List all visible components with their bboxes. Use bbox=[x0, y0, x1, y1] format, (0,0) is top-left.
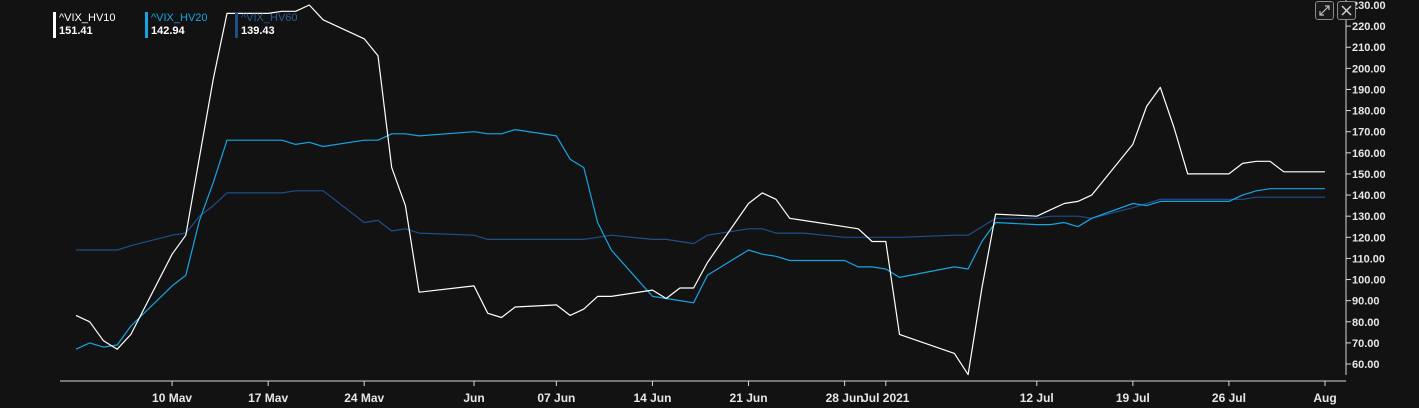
y-tick-label: 160.00 bbox=[1352, 148, 1386, 160]
series-line-vixhv60 bbox=[76, 190, 1325, 251]
line-chart: 10 Mav 17 Mav 24 Mav Jun 07 Jun 14 Jun 21 Jun 2… bbox=[60, 0, 1386, 405]
x-tick-label: 24 Mav bbox=[344, 391, 384, 405]
legend-swatch-hv60 bbox=[235, 12, 238, 38]
expand-icon bbox=[1319, 5, 1330, 16]
series-layer bbox=[75, 4, 1325, 376]
y-tick-label: 80.00 bbox=[1352, 317, 1380, 329]
x-tick-label: 10 Mav bbox=[152, 391, 192, 405]
x-tick-label: Jun bbox=[463, 391, 484, 405]
y-tick-label: 140.00 bbox=[1352, 190, 1386, 202]
x-tick-label: 19 Jul bbox=[1116, 391, 1150, 405]
x-tick-label: 21 Jun bbox=[730, 391, 768, 405]
y-tick-label: 230.00 bbox=[1352, 0, 1386, 12]
y-tick-label: 190.00 bbox=[1352, 84, 1386, 96]
legend-value-hv20: 142.94 bbox=[151, 25, 185, 37]
x-tick-label: 07 Jun bbox=[537, 391, 575, 405]
y-tick-label: 60.00 bbox=[1352, 359, 1380, 371]
legend-item-hv60[interactable]: ^VIX_HV60 139.43 bbox=[235, 12, 298, 40]
y-tick-label: 100.00 bbox=[1352, 275, 1386, 287]
x-tick-label: 12 Jul bbox=[1020, 391, 1054, 405]
x-tick-label: Jul 2021 bbox=[862, 391, 910, 405]
y-tick-label: 170.00 bbox=[1352, 127, 1386, 139]
y-tick-label: 70.00 bbox=[1352, 338, 1380, 350]
x-tick-label: 17 Mav bbox=[248, 391, 288, 405]
y-tick-label: 210.00 bbox=[1352, 42, 1386, 54]
y-tick-label: 120.00 bbox=[1352, 232, 1386, 244]
series-line-vixhv10 bbox=[75, 4, 1325, 376]
legend-name-hv20: ^VIX_HV20 bbox=[151, 12, 208, 24]
close-button[interactable] bbox=[1337, 1, 1356, 20]
y-axis: 60.00 70.00 80.00 90.00 100.00 110.00 120.00 13… bbox=[1345, 0, 1386, 375]
y-tick-label: 150.00 bbox=[1352, 169, 1386, 181]
legend-swatch-hv20 bbox=[145, 12, 148, 38]
legend-name-hv60: ^VIX_HV60 bbox=[241, 12, 298, 24]
x-tick-label: 26 Jul bbox=[1212, 391, 1246, 405]
legend-item-hv20[interactable]: ^VIX_HV20 142.94 bbox=[145, 12, 208, 40]
y-tick-label: 110.00 bbox=[1352, 253, 1385, 265]
x-axis: 10 Mav 17 Mav 24 Mav Jun 07 Jun 14 Jun 21 Jun 2… bbox=[60, 380, 1346, 405]
legend-swatch-hv10 bbox=[53, 12, 56, 38]
y-tick-label: 180.00 bbox=[1352, 106, 1386, 118]
legend-name-hv10: ^VIX_HV10 bbox=[59, 12, 116, 24]
y-tick-label: 90.00 bbox=[1352, 296, 1380, 308]
x-tick-label: 14 Jun bbox=[633, 391, 671, 405]
legend-value-hv10: 151.41 bbox=[59, 25, 93, 37]
x-tick-label: Aug bbox=[1313, 391, 1336, 405]
legend-item-hv10[interactable]: ^VIX_HV10 151.41 bbox=[53, 12, 116, 40]
close-icon bbox=[1341, 5, 1352, 16]
y-tick-label: 130.00 bbox=[1352, 211, 1386, 223]
y-tick-label: 220.00 bbox=[1352, 21, 1386, 33]
y-tick-label: 200.00 bbox=[1352, 63, 1386, 75]
x-tick-label: 28 Jun bbox=[826, 391, 864, 405]
expand-button[interactable] bbox=[1315, 1, 1334, 20]
legend-value-hv60: 139.43 bbox=[241, 25, 275, 37]
